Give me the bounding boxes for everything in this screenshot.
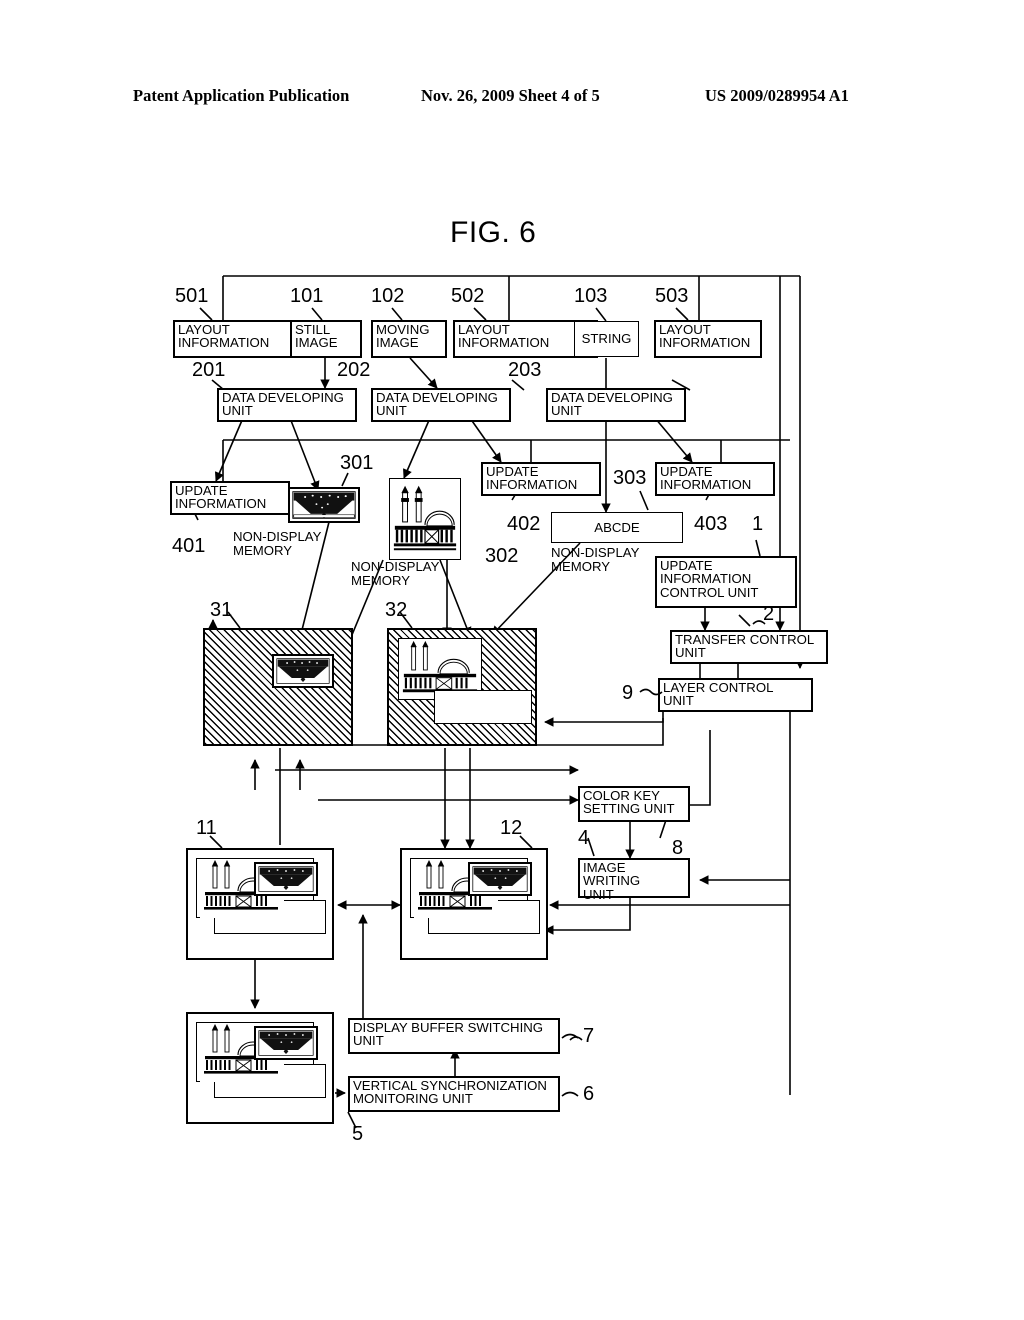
thumbnail-in-buffer-31 <box>272 654 334 688</box>
ref-31: 31 <box>210 599 233 621</box>
panel-11-overlay-thumbnail <box>254 862 318 896</box>
panel-12-overlay-thumbnail <box>468 862 532 896</box>
ref-12: 12 <box>500 817 523 839</box>
ref-32: 32 <box>385 599 408 621</box>
panel-5-overlay-thumbnail <box>254 1026 318 1060</box>
overlay-region-in-buffer-32 <box>434 690 532 724</box>
ref-11: 11 <box>196 817 217 839</box>
ref-5: 5 <box>352 1123 364 1145</box>
